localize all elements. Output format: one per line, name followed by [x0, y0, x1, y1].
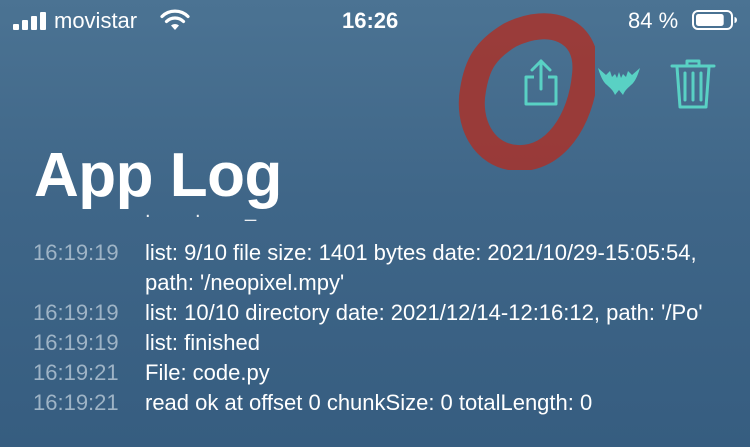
status-bar: movistar 16:26 84 % — [0, 0, 750, 40]
log-timestamp: 16:19:21 — [33, 360, 119, 385]
log-entry: 16:19:19 list: finished — [0, 328, 750, 358]
log-entry: 16:19:21 File: code.py — [0, 358, 750, 388]
log-timestamp: 16:19:19 — [33, 330, 119, 355]
wifi-icon — [160, 9, 190, 30]
trash-icon[interactable] — [670, 58, 716, 110]
cellular-signal-icon — [13, 12, 46, 30]
log-message: list: finished — [145, 330, 260, 355]
log-entry: 16:19:21 read ok at offset 0 chunkSize: … — [0, 388, 750, 418]
log-list[interactable]: 16:19:19 list: 9/10 file size: 1401 byte… — [0, 238, 750, 418]
log-entry: 16:19:19 list: 10/10 directory date: 202… — [0, 298, 750, 328]
log-message: read ok at offset 0 chunkSize: 0 totalLe… — [145, 390, 593, 415]
log-timestamp: 16:19:19 — [33, 240, 119, 265]
log-message: list: 10/10 directory date: 2021/12/14-1… — [145, 300, 703, 325]
log-timestamp: 16:19:19 — [33, 300, 119, 325]
log-timestamp: 16:19:21 — [33, 390, 119, 415]
cut-off-log-text: . . _ — [145, 200, 257, 222]
log-message: list: 9/10 file size: 1401 bytes date: 2… — [145, 240, 703, 295]
status-clock: 16:26 — [342, 8, 399, 33]
log-entry: 16:19:19 list: 9/10 file size: 1401 byte… — [0, 238, 750, 298]
battery-percentage: 84 % — [628, 8, 679, 33]
bat-icon[interactable] — [597, 66, 641, 98]
battery-icon — [692, 10, 737, 30]
share-icon[interactable] — [520, 58, 562, 108]
log-message: File: code.py — [145, 360, 270, 385]
carrier-name: movistar — [54, 8, 138, 33]
